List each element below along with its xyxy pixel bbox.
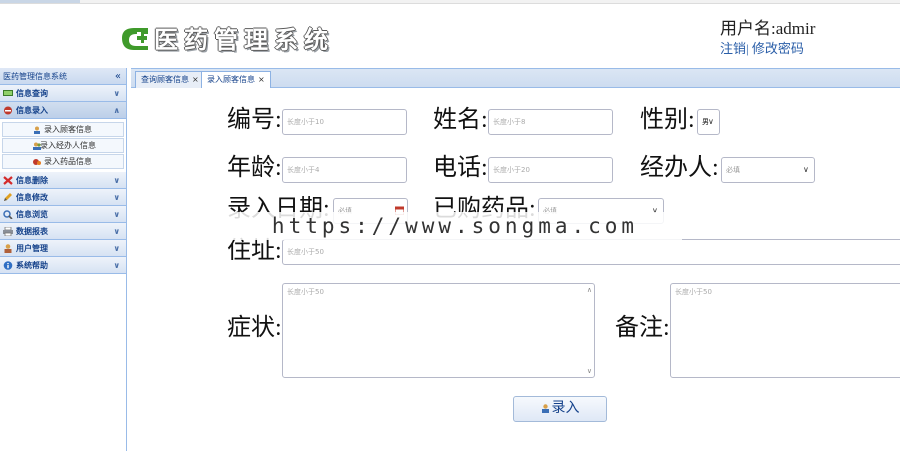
sidebar-section-label: 系统帮助 xyxy=(16,261,48,270)
magnifier-icon xyxy=(3,210,13,219)
sidebar-section-label: 信息录入 xyxy=(16,106,48,115)
age-input[interactable]: 长度小于4 xyxy=(282,157,407,183)
remark-placeholder: 长度小于50 xyxy=(675,288,712,296)
chevron-up-icon: ∧ xyxy=(113,106,121,115)
age-label: 年龄: xyxy=(227,155,282,181)
sidebar-section-input[interactable]: 信息录入 ∧ xyxy=(0,102,126,119)
name-label: 姓名: xyxy=(433,107,488,133)
watermark: https://www.songma.com xyxy=(228,212,682,240)
sidebar-section-query[interactable]: 信息查询 ∨ xyxy=(0,85,126,102)
sidebar-section-reports[interactable]: 数据报表 ∨ xyxy=(0,223,126,240)
chevron-down-icon: ∨ xyxy=(708,117,714,126)
chevron-down-icon: ∨ xyxy=(113,176,121,185)
close-icon[interactable]: × xyxy=(258,75,265,84)
sidebar-section-users[interactable]: 用户管理 ∨ xyxy=(0,240,126,257)
pills-icon xyxy=(33,159,41,165)
sidebar-title-text: 医药管理信息系统 xyxy=(3,72,67,81)
sidebar-section-label: 信息修改 xyxy=(16,193,48,202)
pills-icon xyxy=(4,106,12,115)
sidebar-item-add-agent[interactable]: 录入经办人信息 xyxy=(2,138,124,153)
chevron-down-icon: ∨ xyxy=(113,261,121,270)
remark-label: 备注: xyxy=(615,315,670,341)
address-input[interactable]: 长度小于50 xyxy=(282,239,900,265)
phone-input[interactable]: 长度小于20 xyxy=(488,157,613,183)
app-title: 医药管理系统 xyxy=(154,25,334,54)
scroll-up-icon[interactable]: ∧ xyxy=(587,286,592,294)
sidebar-item-label: 录入经办人信息 xyxy=(40,141,96,150)
chevron-down-icon: ∨ xyxy=(113,193,121,202)
sidebar-item-label: 录入药品信息 xyxy=(44,157,92,166)
delete-x-icon xyxy=(3,176,13,185)
chevron-down-icon: ∨ xyxy=(113,89,121,98)
logout-link[interactable]: 注销 xyxy=(720,41,746,56)
chevron-down-icon: ∨ xyxy=(113,227,121,236)
sidebar-section-edit[interactable]: 信息修改 ∨ xyxy=(0,189,126,206)
tab-label: 录入顾客信息 xyxy=(207,75,255,84)
change-password-link[interactable]: 修改密码 xyxy=(752,41,804,56)
tab-label: 查询顾客信息 xyxy=(141,75,189,84)
tab-bar: 查询顾客信息 × 录入顾客信息 × xyxy=(131,68,900,89)
agent-label: 经办人: xyxy=(640,155,719,181)
sidebar-section-label: 数据报表 xyxy=(16,227,48,236)
name-input[interactable]: 长度小于8 xyxy=(488,109,613,135)
printer-icon xyxy=(3,227,13,236)
address-label: 住址: xyxy=(227,238,282,264)
close-icon[interactable]: × xyxy=(192,75,199,84)
submit-button[interactable]: 录入 xyxy=(513,396,607,422)
sidebar-section-browse[interactable]: 信息浏览 ∨ xyxy=(0,206,126,223)
gender-label: 性别: xyxy=(640,107,695,133)
scroll-down-icon[interactable]: ∨ xyxy=(587,367,592,375)
user-icon xyxy=(4,244,12,253)
chevron-down-icon: ∨ xyxy=(113,244,121,253)
sidebar-item-add-customer[interactable]: 录入顾客信息 xyxy=(2,122,124,137)
top-strip-cut xyxy=(0,0,80,3)
link-separator: | xyxy=(746,41,749,56)
sidebar: 医药管理信息系统 « 信息查询 ∨ 信息录入 ∧ 录入顾客信息 录入经办人信息 … xyxy=(0,68,127,451)
sidebar-item-add-drug[interactable]: 录入药品信息 xyxy=(2,154,124,169)
tab-query-customer[interactable]: 查询顾客信息 × xyxy=(135,71,205,88)
agent-select[interactable]: 必填 ∨ xyxy=(721,157,815,183)
sidebar-subitems: 录入顾客信息 录入经办人信息 录入药品信息 xyxy=(0,119,126,172)
symptom-label: 症状: xyxy=(227,315,282,341)
collapse-sidebar-icon[interactable]: « xyxy=(115,68,121,85)
username-label: 用户名:admir xyxy=(720,19,816,38)
gender-select[interactable]: 男 ∨ xyxy=(697,109,720,135)
sidebar-section-label: 信息浏览 xyxy=(16,210,48,219)
submit-button-label: 录入 xyxy=(551,401,580,416)
pencil-icon xyxy=(4,193,12,201)
user-icon xyxy=(34,126,40,134)
sidebar-section-label: 信息查询 xyxy=(16,89,48,98)
sidebar-section-label: 用户管理 xyxy=(16,244,48,253)
sidebar-section-help[interactable]: 系统帮助 ∨ xyxy=(0,257,126,274)
sidebar-section-delete[interactable]: 信息删除 ∨ xyxy=(0,172,126,189)
info-icon xyxy=(3,261,13,270)
chevron-down-icon: ∨ xyxy=(113,210,121,219)
id-label: 编号: xyxy=(227,107,282,133)
user-icon xyxy=(541,404,549,413)
user-links: 注销| 修改密码 xyxy=(720,38,804,57)
customer-form: 编号: 长度小于10 姓名: 长度小于8 性别: 男 ∨ 年龄: 长度小于4 电… xyxy=(131,88,900,451)
agent-select-value: 必填 xyxy=(726,166,740,174)
sidebar-item-label: 录入顾客信息 xyxy=(44,125,92,134)
phone-label: 电话: xyxy=(433,155,488,181)
remark-textarea[interactable]: 长度小于50 xyxy=(670,283,900,378)
symptom-textarea[interactable]: 长度小于50 ∧ ∨ xyxy=(282,283,595,378)
symptom-placeholder: 长度小于50 xyxy=(287,288,324,296)
id-input[interactable]: 长度小于10 xyxy=(282,109,407,135)
sidebar-title: 医药管理信息系统 « xyxy=(0,68,126,85)
sidebar-section-label: 信息删除 xyxy=(16,176,48,185)
app-header: 医药管理系统 用户名:admir 注销| 修改密码 xyxy=(0,4,900,68)
medical-cross-logo-icon xyxy=(122,27,148,50)
monitor-icon xyxy=(3,90,13,96)
chevron-down-icon: ∨ xyxy=(803,165,809,174)
app-logo: 医药管理系统 xyxy=(118,20,334,55)
users-icon xyxy=(33,142,41,150)
tab-add-customer[interactable]: 录入顾客信息 × xyxy=(201,71,271,89)
